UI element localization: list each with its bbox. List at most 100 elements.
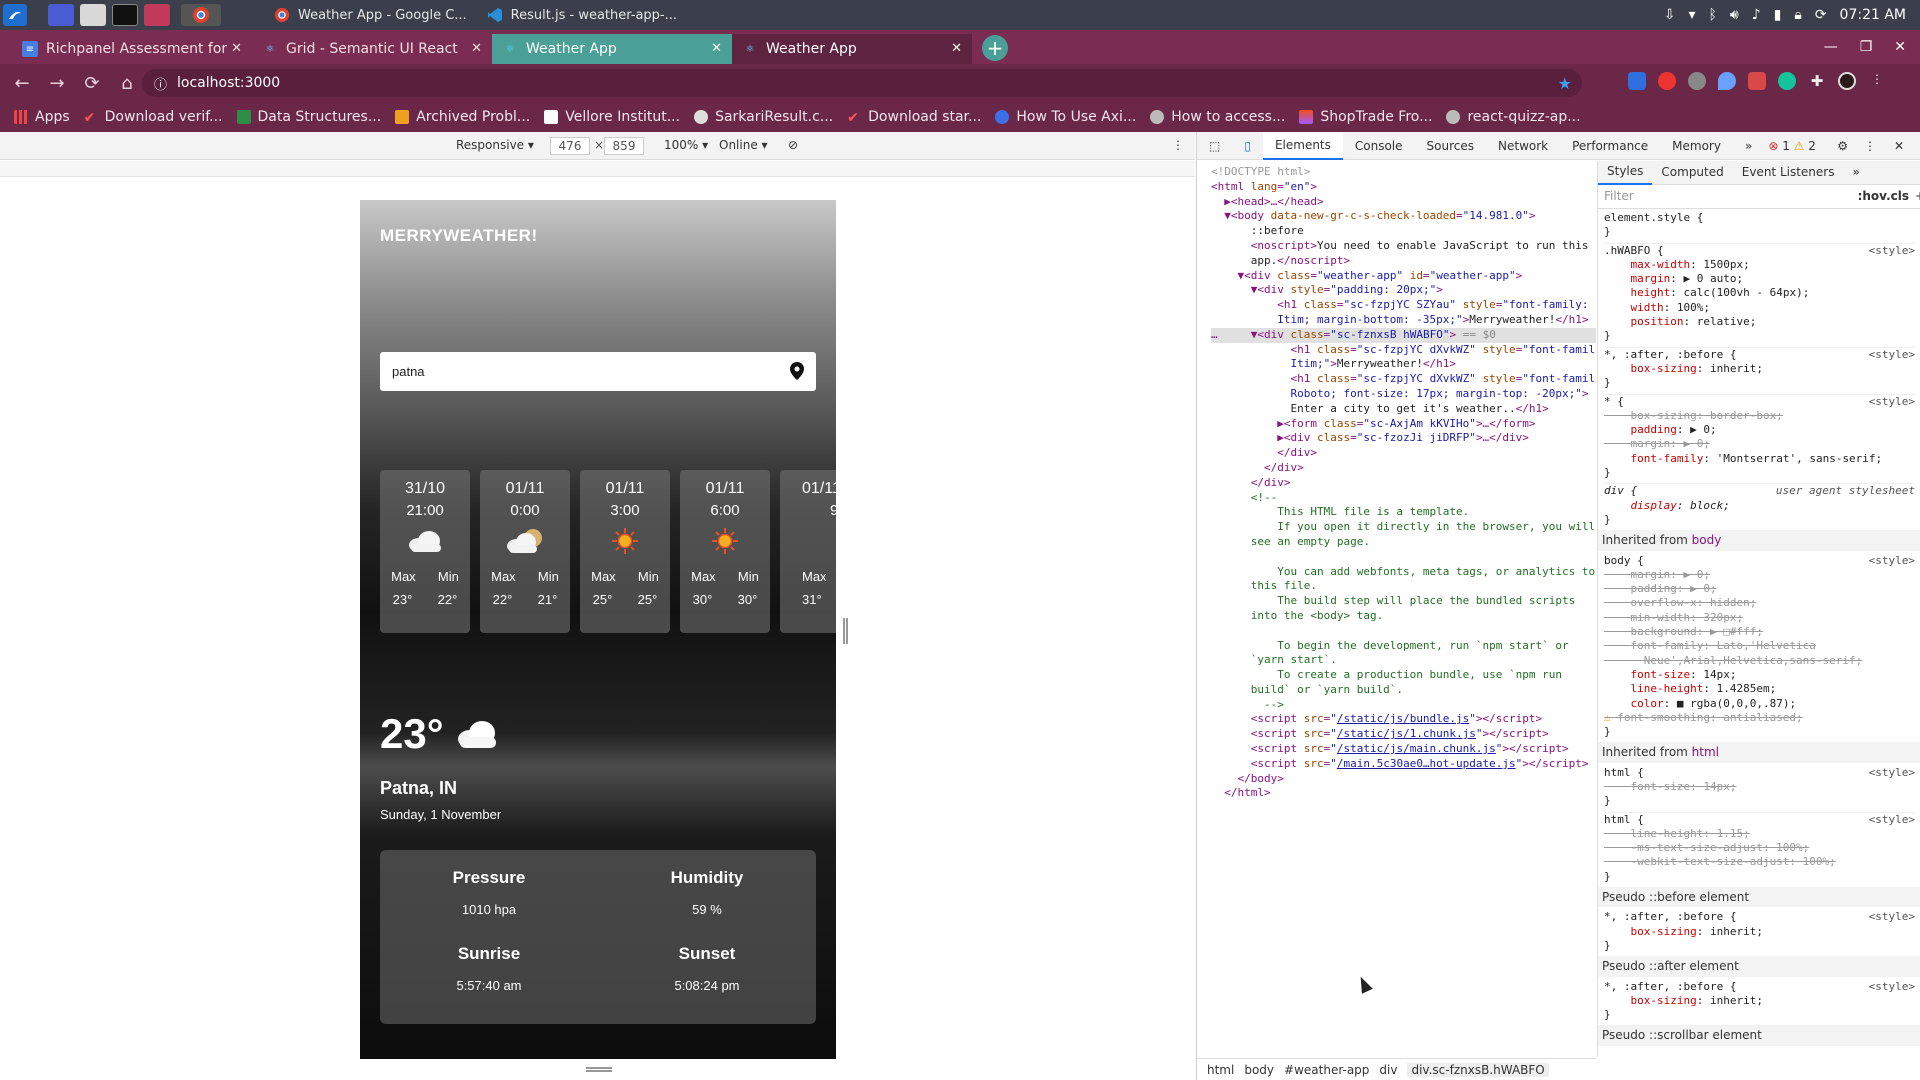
cls-toggle[interactable]: .cls [1886, 189, 1909, 203]
tab-sources[interactable]: Sources [1415, 132, 1486, 160]
forecast-card[interactable]: 01/11 3:00 Max Min 25° 25° [580, 470, 670, 633]
home-icon[interactable]: ⌂ [114, 70, 140, 96]
breadcrumb-item[interactable]: div.sc-fznxsB.hWABFO [1407, 1062, 1549, 1077]
extensions-puzzle-icon[interactable]: ✚ [1808, 72, 1826, 90]
new-tab-button[interactable]: + [982, 35, 1008, 61]
city-search-input[interactable]: patna [380, 352, 816, 391]
clock[interactable]: 07:21 AM [1840, 7, 1906, 23]
device-menu-kebab-icon[interactable]: ⋮ [1172, 138, 1184, 152]
download-icon[interactable]: ⇩ [1664, 7, 1676, 23]
viewport-height-input[interactable]: 859 [604, 137, 644, 155]
bookmark-item[interactable]: ✔ Download star... [847, 109, 981, 126]
max-temp: 25° [592, 592, 613, 607]
tab-semantic-grid[interactable]: ⚛ Grid - Semantic UI React ✕ [252, 34, 492, 64]
tab-richpanel[interactable]: ≡ Richpanel Assessment for ✕ [12, 34, 252, 64]
new-rule-plus-icon[interactable]: + [1915, 189, 1920, 203]
files-icon[interactable] [80, 4, 106, 26]
viewport-height-resize-handle[interactable] [586, 1067, 612, 1072]
tab-network[interactable]: Network [1486, 132, 1560, 160]
close-icon[interactable]: ✕ [471, 41, 482, 56]
back-arrow-icon[interactable]: ← [9, 70, 35, 96]
tab-computed[interactable]: Computed [1652, 161, 1732, 185]
tab-event-listeners[interactable]: Event Listeners [1733, 161, 1844, 185]
bookmark-item[interactable]: SarkariResult.c... [694, 109, 833, 125]
bookmark-item[interactable]: ✔ Download verif... [84, 109, 223, 126]
avatar[interactable] [1838, 72, 1856, 90]
tab-styles[interactable]: Styles [1598, 161, 1653, 185]
lock-icon[interactable]: 🔒︎ [1794, 7, 1801, 23]
extension-grammarly-icon[interactable] [1778, 72, 1796, 90]
bookmark-apps[interactable]: Apps [14, 109, 70, 125]
breadcrumb-item[interactable]: div [1379, 1063, 1397, 1077]
bookmark-item[interactable]: Archived Probl... [395, 109, 530, 125]
menu-kebab-icon[interactable]: ⋮ [1868, 72, 1886, 90]
bookmark-star-icon[interactable]: ★ [1558, 74, 1572, 93]
bookmark-item[interactable]: How to access... [1150, 109, 1285, 125]
error-count-badge[interactable]: ⊗ 1 ⚠ 2 [1764, 132, 1820, 160]
extension-s-icon[interactable] [1628, 72, 1646, 90]
more-subtabs-icon[interactable]: » [1843, 161, 1868, 185]
device-mode-select[interactable]: Responsive ▾ [456, 138, 534, 152]
close-icon[interactable]: ✕ [951, 41, 962, 56]
forecast-card[interactable]: 01/11 0:00 Max Min 22° 21° [480, 470, 570, 633]
css-rules-list[interactable]: element.style { } .hWABFO {<style> max-w… [1598, 209, 1920, 1051]
extension-drop-icon[interactable] [1718, 72, 1736, 90]
battery-icon[interactable]: ▮ [1774, 7, 1782, 23]
info-icon[interactable]: ⓘ [154, 74, 167, 93]
inspect-element-icon[interactable]: ⬚ [1197, 132, 1232, 160]
bookmark-item[interactable]: react-quizz-ap... [1446, 109, 1581, 125]
notification-icon[interactable]: ♪ [1752, 7, 1761, 23]
wifi-icon[interactable]: ▾ [1688, 7, 1695, 23]
terminal-icon[interactable] [112, 4, 138, 26]
update-icon[interactable]: ⟳ [1815, 7, 1827, 23]
tab-elements[interactable]: Elements [1262, 131, 1343, 160]
viewport-width-resize-handle[interactable] [843, 618, 848, 644]
close-icon[interactable]: ✕ [231, 41, 242, 56]
reload-icon[interactable]: ⟳ [79, 70, 105, 96]
address-bar[interactable]: ⓘ localhost:3000 ★ [142, 69, 1582, 97]
location-pin-icon[interactable] [790, 362, 804, 380]
extension-red-icon[interactable] [1658, 72, 1676, 90]
tab-weather-app-2[interactable]: ⚛ Weather App ✕ [732, 34, 972, 64]
forecast-card[interactable]: 31/10 21:00 Max Min 23° 22° [380, 470, 470, 633]
breadcrumb-item[interactable]: #weather-app [1284, 1063, 1369, 1077]
elements-dom-tree[interactable]: <!DOCTYPE html> <html lang="en"> ▶<head>… [1197, 161, 1596, 1057]
forecast-card[interactable]: 01/11 6:00 Max Min 30° 30° [680, 470, 770, 633]
close-icon[interactable]: ✕ [711, 41, 722, 56]
bluetooth-icon[interactable]: ᛒ [1708, 7, 1716, 23]
taskbar-window-vscode[interactable]: Result.js - weather-app-... [477, 0, 687, 30]
extension-bug-icon[interactable] [1748, 72, 1766, 90]
screenshot-icon[interactable] [144, 4, 170, 26]
hov-toggle[interactable]: :hov [1858, 189, 1887, 203]
styles-filter-input[interactable]: Filter :hov .cls + [1598, 185, 1920, 209]
taskbar-window-chrome[interactable]: Weather App - Google C... [264, 0, 477, 30]
more-tabs-icon[interactable]: » [1733, 132, 1764, 160]
minimize-icon[interactable]: — [1824, 39, 1838, 55]
launcher-icon[interactable] [3, 4, 27, 26]
close-window-icon[interactable]: ✕ [1894, 39, 1906, 55]
volume-icon[interactable]: 🔊︎ [1730, 7, 1739, 23]
tab-performance[interactable]: Performance [1560, 132, 1660, 160]
breadcrumb-item[interactable]: html [1207, 1063, 1234, 1077]
workspace-icon[interactable] [48, 4, 74, 26]
chrome-taskbar-icon[interactable] [181, 4, 221, 26]
rotate-icon[interactable]: ⊘ [788, 138, 798, 152]
device-toggle-icon[interactable]: ▯ [1232, 132, 1263, 160]
zoom-select[interactable]: 100% ▾ [664, 138, 708, 152]
maximize-icon[interactable]: ❐ [1860, 39, 1873, 55]
bookmark-item[interactable]: Data Structures... [236, 109, 381, 125]
viewport-width-input[interactable]: 476 [550, 137, 590, 155]
close-devtools-icon[interactable]: ✕ [1882, 132, 1916, 160]
tab-memory[interactable]: Memory [1660, 132, 1733, 160]
tab-weather-app-1[interactable]: ⚛ Weather App ✕ [492, 34, 732, 64]
forward-arrow-icon[interactable]: → [44, 70, 70, 96]
bookmark-item[interactable]: How To Use Axi... [995, 109, 1136, 125]
tab-console[interactable]: Console [1343, 132, 1415, 160]
network-throttle-select[interactable]: Online ▾ [719, 138, 768, 152]
breadcrumb-item[interactable]: body [1244, 1063, 1274, 1077]
bookmark-item[interactable]: ShopTrade Fro... [1299, 109, 1432, 125]
forecast-strip[interactable]: 31/10 21:00 Max Min 23° 22° 01/11 0:00 Max… [380, 470, 836, 633]
bookmark-item[interactable]: Vellore Institut... [544, 109, 680, 125]
forecast-card[interactable]: 01/11 9 Max 31° [780, 470, 836, 633]
extension-cloud-icon[interactable] [1688, 72, 1706, 90]
